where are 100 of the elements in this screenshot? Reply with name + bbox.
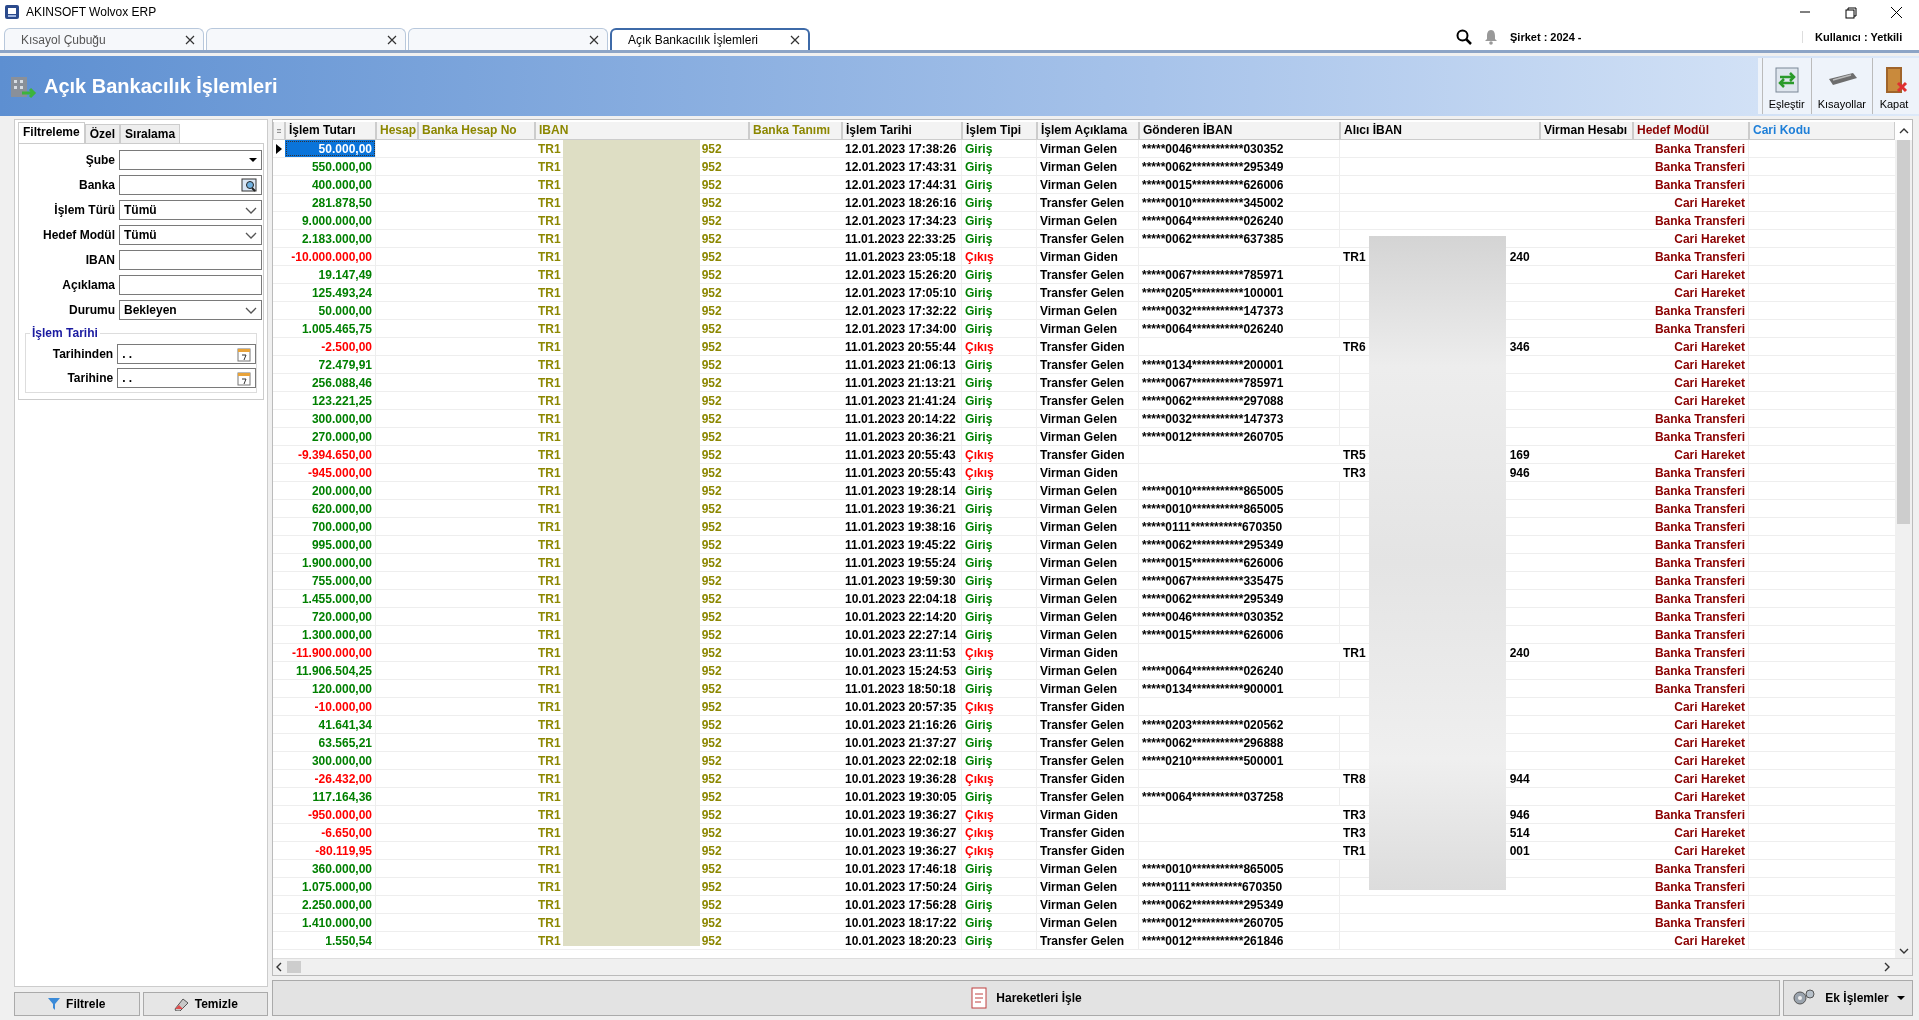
table-cell: Virman Gelen: [1037, 662, 1139, 679]
tab-label[interactable]: Açık Bankacılık İşlemleri: [628, 33, 790, 47]
filter-tab[interactable]: Özel: [84, 124, 121, 143]
lookup-icon[interactable]: [241, 177, 257, 193]
search-icon[interactable]: [1456, 29, 1472, 45]
column-header[interactable]: Alıcı İBAN: [1340, 122, 1540, 140]
scroll-up-icon[interactable]: [1898, 128, 1909, 134]
select-field[interactable]: Tümü: [119, 200, 262, 220]
select-field[interactable]: Tümü: [119, 225, 262, 245]
iban-text: 952: [701, 285, 722, 300]
scroll-left-icon[interactable]: [276, 962, 282, 972]
table-cell: *****0062***********637385: [1139, 230, 1340, 247]
table-cell: 123.221,25: [285, 392, 376, 409]
calendar-icon[interactable]: [237, 346, 251, 362]
clear-button[interactable]: Temizle: [142, 992, 268, 1016]
table-cell: Transfer Giden: [1037, 824, 1139, 841]
table-cell: Banka Transferi: [1633, 878, 1749, 895]
scroll-right-icon[interactable]: [1884, 962, 1890, 972]
iban-text: 952: [701, 771, 722, 786]
table-cell: 50.000,00: [285, 302, 376, 319]
table-cell: -10.000.000,00: [285, 248, 376, 265]
toolbar-button[interactable]: Kapat: [1872, 58, 1915, 114]
table-cell: *****0064***********026240: [1139, 662, 1340, 679]
dropdown-field[interactable]: [119, 150, 262, 170]
iban-text: TR1: [538, 195, 561, 210]
process-button[interactable]: Hareketleri İşle: [272, 980, 1780, 1016]
close-icon[interactable]: [589, 34, 599, 45]
chevron-down-icon[interactable]: [245, 231, 257, 239]
scroll-thumb[interactable]: [287, 961, 301, 973]
iban-text: 952: [701, 897, 722, 912]
column-header[interactable]: Gönderen İBAN: [1139, 122, 1340, 140]
close-icon[interactable]: [387, 34, 397, 45]
table-cell: Banka Transferi: [1633, 572, 1749, 589]
table-cell: 256.088,46: [285, 374, 376, 391]
table-cell: Çıkış: [962, 644, 1037, 661]
column-header[interactable]: Virman Hesabı: [1540, 122, 1633, 140]
table-cell: Giriş: [962, 482, 1037, 499]
iban-text: 952: [701, 429, 722, 444]
column-header[interactable]: İşlem Tarihi: [842, 122, 962, 140]
chevron-down-icon[interactable]: [245, 206, 257, 214]
scroll-thumb[interactable]: [1897, 140, 1910, 524]
iban-text: 952: [701, 213, 722, 228]
iban-text: 952: [701, 411, 722, 426]
column-header[interactable]: İşlem Tipi: [962, 122, 1037, 140]
date-field[interactable]: . .: [117, 368, 256, 388]
iban-text: 952: [701, 627, 722, 642]
document-tab[interactable]: Açık Bankacılık İşlemleri: [610, 28, 810, 50]
document-tab[interactable]: Kısayol Çubuğu: [4, 28, 204, 50]
filter-tab[interactable]: Sıralama: [120, 124, 181, 143]
date-field[interactable]: . .: [117, 344, 256, 364]
table-cell: *****0012***********260705: [1139, 914, 1340, 931]
horizontal-scrollbar[interactable]: [273, 958, 1912, 975]
calendar-icon[interactable]: [237, 370, 251, 386]
filter-button[interactable]: Filtrele: [14, 992, 140, 1016]
column-header[interactable]: İşlem Açıklama: [1037, 122, 1139, 140]
table-cell: Virman Gelen: [1037, 500, 1139, 517]
dropdown-arrow-icon[interactable]: [249, 158, 257, 162]
iban-text: 952: [701, 681, 722, 696]
close-icon[interactable]: [790, 35, 800, 45]
filter-tab[interactable]: Filtreleme: [18, 122, 85, 143]
table-cell: 10.01.2023 17:46:18: [842, 860, 962, 877]
iban-text: 952: [701, 483, 722, 498]
iban-text: 952: [701, 231, 722, 246]
table-cell: 12.01.2023 15:26:20: [842, 266, 962, 283]
iban-text: TR1: [538, 429, 561, 444]
table-cell: Virman Gelen: [1037, 302, 1139, 319]
bell-icon[interactable]: [1484, 29, 1498, 45]
more-actions-button[interactable]: Ek İşlemler: [1783, 980, 1913, 1016]
toolbar-button[interactable]: Eşleştir: [1761, 58, 1811, 114]
table-cell: 120.000,00: [285, 680, 376, 697]
column-header[interactable]: İşlem Tutarı: [285, 122, 376, 140]
table-cell: Giriş: [962, 176, 1037, 193]
document-icon: [970, 986, 989, 1010]
restore-icon[interactable]: [1843, 5, 1857, 19]
table-cell: *****0032***********147373: [1139, 410, 1340, 427]
table-cell: 10.01.2023 22:04:18: [842, 590, 962, 607]
column-header[interactable]: Cari Kodu: [1749, 122, 1895, 140]
scroll-down-icon[interactable]: [1898, 948, 1909, 954]
lookup-field[interactable]: [119, 175, 262, 195]
table-cell: *****0134***********200001: [1139, 356, 1340, 373]
vertical-scrollbar[interactable]: [1895, 140, 1912, 958]
field-label: Tarihine: [66, 371, 115, 385]
select-field[interactable]: Bekleyen: [119, 300, 262, 320]
close-icon[interactable]: [1889, 5, 1903, 19]
table-cell: Giriş: [962, 356, 1037, 373]
toolbar-button[interactable]: Kısayollar: [1810, 58, 1872, 114]
close-icon[interactable]: [185, 34, 195, 45]
table-cell: 12.01.2023 17:34:23: [842, 212, 962, 229]
table-cell: 10.01.2023 18:17:22: [842, 914, 962, 931]
tab-label[interactable]: Kısayol Çubuğu: [21, 32, 185, 47]
text-field[interactable]: [119, 250, 262, 270]
table-cell: 10.01.2023 17:56:28: [842, 896, 962, 913]
table-cell: Banka Transferi: [1633, 176, 1749, 193]
table-cell: 11.01.2023 19:59:30: [842, 572, 962, 589]
text-field[interactable]: [119, 275, 262, 295]
column-header[interactable]: Hedef Modül: [1633, 122, 1749, 140]
table-cell: 300.000,00: [285, 410, 376, 427]
chevron-down-icon[interactable]: [245, 306, 257, 314]
table-cell: *****0111***********670350: [1139, 518, 1340, 535]
table-cell: Cari Hareket: [1633, 932, 1749, 949]
